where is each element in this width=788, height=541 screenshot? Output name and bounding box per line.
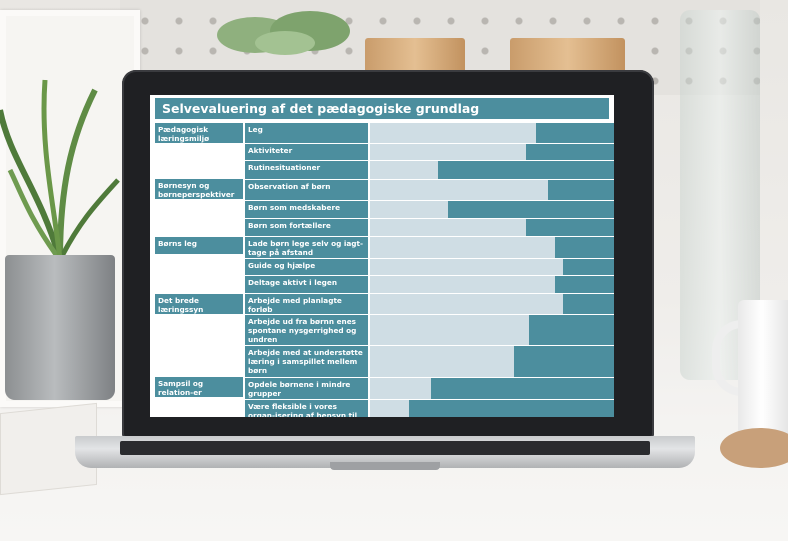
rating-bar-fill	[370, 276, 556, 293]
evaluation-row: Børn som fortællere	[245, 219, 614, 236]
row-label: Aktiviteter	[245, 144, 368, 160]
rating-bar-track	[370, 400, 614, 417]
row-label: Opdele børnene i mindre grupper	[245, 378, 368, 399]
rating-bar-track	[370, 161, 614, 179]
rating-bar-track	[370, 346, 614, 377]
rating-bar-fill	[370, 237, 556, 258]
row-label: Arbejde med planlagte forløb	[245, 294, 368, 314]
evaluation-row: Guide og hjælpe	[245, 259, 614, 275]
rating-bar-track	[370, 315, 614, 345]
rating-bar-track	[370, 378, 614, 399]
rating-bar-fill	[370, 315, 529, 345]
rating-bar-fill	[370, 201, 449, 218]
category-det-brede-laeringssyn: Det brede læringssyn	[155, 294, 243, 314]
rating-bar-track	[370, 219, 614, 236]
rating-bar-fill	[370, 219, 527, 236]
rating-bar-fill	[370, 259, 563, 275]
evaluation-row: Leg	[245, 123, 614, 143]
row-label: Leg	[245, 123, 368, 143]
evaluation-row: Observation af børn	[245, 180, 614, 200]
coffee-mug	[738, 300, 788, 440]
rating-bar-track	[370, 180, 614, 200]
rating-bar-fill	[370, 400, 410, 417]
row-label: Arbejde med at understøtte læring i sams…	[245, 346, 368, 377]
rating-bar-fill	[370, 161, 439, 179]
evaluation-row: Børn som medskabere	[245, 201, 614, 218]
evaluation-row: Deltage aktivt i legen	[245, 276, 614, 293]
succulent-plant	[217, 11, 350, 55]
row-label: Observation af børn	[245, 180, 368, 200]
laptop-keyboard	[120, 441, 650, 455]
evaluation-row: Lade børn lege selv og iagt-tage på afst…	[245, 237, 614, 258]
rating-bar-fill	[370, 378, 431, 399]
evaluation-row: Aktiviteter	[245, 144, 614, 160]
row-label: Være fleksible i vores organ-isering af …	[245, 400, 368, 417]
evaluation-row: Opdele børnene i mindre grupper	[245, 378, 614, 399]
evaluation-row: Arbejde med planlagte forløb	[245, 294, 614, 314]
row-label: Børn som medskabere	[245, 201, 368, 218]
rating-bar-track	[370, 144, 614, 160]
row-label: Arbejde ud fra børnn enes spontane nysge…	[245, 315, 368, 345]
plant-pot	[5, 255, 115, 400]
coaster	[720, 428, 788, 468]
rating-bar-fill	[370, 180, 549, 200]
evaluation-row: Rutinesituationer	[245, 161, 614, 179]
rating-bar-track	[370, 259, 614, 275]
laptop-trackpad	[330, 462, 440, 470]
category-paedagogisk-laeringsmiljoe: Pædagogisk læringsmiljø	[155, 123, 243, 143]
evaluation-row: Arbejde ud fra børnn enes spontane nysge…	[245, 315, 614, 345]
row-label: Guide og hjælpe	[245, 259, 368, 275]
row-label: Deltage aktivt i legen	[245, 276, 368, 293]
category-boernesyn: Børnesyn og børneperspektiver	[155, 179, 243, 199]
rating-bar-track	[370, 294, 614, 314]
rating-bar-fill	[370, 346, 514, 377]
row-label: Rutinesituationer	[245, 161, 368, 179]
rating-bar-track	[370, 276, 614, 293]
row-label: Lade børn lege selv og iagt-tage på afst…	[245, 237, 368, 258]
rating-bar-fill	[370, 294, 563, 314]
rating-bar-fill	[370, 144, 527, 160]
category-boerns-leg: Børns leg	[155, 237, 243, 254]
evaluation-row: Være fleksible i vores organ-isering af …	[245, 400, 614, 417]
slide-title: Selvevaluering af det pædagogiske grundl…	[155, 98, 609, 119]
rating-bar-track	[370, 123, 614, 143]
row-label: Børn som fortællere	[245, 219, 368, 236]
evaluation-row: Arbejde med at understøtte læring i sams…	[245, 346, 614, 377]
rating-bar-fill	[370, 123, 536, 143]
plant-leaves	[0, 79, 120, 260]
rating-bar-track	[370, 237, 614, 258]
category-samspil-og-relationer: Sampsil og relation-er	[155, 377, 243, 397]
laptop-screen: Selvevaluering af det pædagogiske grundl…	[150, 95, 614, 417]
rating-bar-track	[370, 201, 614, 218]
